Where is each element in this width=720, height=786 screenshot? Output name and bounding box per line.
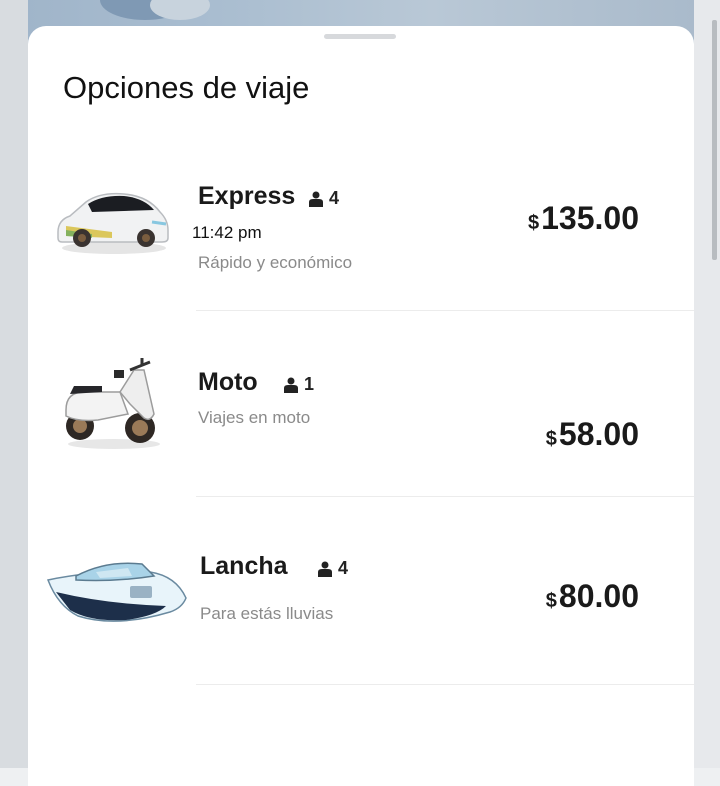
person-icon	[284, 377, 298, 393]
option-price: $135.00	[528, 200, 639, 237]
trip-option-express[interactable]: Express 4 11:42 pm Rápido y económico $1…	[28, 156, 694, 342]
screen-edge-left	[0, 0, 28, 768]
option-description: Para estás lluvias	[200, 604, 334, 623]
price-value: 58.00	[558, 416, 639, 452]
option-description: Viajes en moto	[198, 408, 311, 427]
passenger-count: 1	[284, 374, 314, 395]
option-name: Express	[198, 182, 296, 210]
scrollbar[interactable]	[712, 20, 717, 260]
person-icon	[318, 561, 332, 577]
passenger-count: 4	[309, 188, 339, 209]
passenger-count: 4	[318, 558, 348, 579]
drag-handle[interactable]	[324, 34, 396, 39]
eta-time: 11:42 pm	[192, 223, 262, 242]
divider	[196, 684, 694, 685]
divider	[196, 310, 694, 311]
trip-option-moto[interactable]: Moto 1 Viajes en moto $58.00	[28, 342, 694, 528]
option-price: $58.00	[546, 416, 639, 453]
option-description: Rápido y económico	[198, 253, 353, 272]
passenger-count-value: 1	[304, 374, 315, 394]
currency-symbol: $	[545, 590, 557, 612]
boat-icon	[46, 562, 187, 622]
currency-symbol: $	[545, 428, 557, 450]
motorcycle-icon	[65, 358, 160, 449]
person-icon	[309, 191, 323, 207]
price-value: 80.00	[558, 578, 639, 614]
currency-symbol: $	[528, 212, 540, 234]
option-name: Lancha	[200, 552, 288, 580]
car-icon	[57, 192, 169, 254]
divider	[196, 496, 694, 497]
passenger-count-value: 4	[329, 188, 340, 208]
option-price: $80.00	[546, 578, 639, 615]
option-name: Moto	[198, 368, 258, 396]
price-value: 135.00	[541, 200, 639, 236]
trip-options-sheet: Opciones de viaje Express 4 11:42 pm Ráp…	[28, 26, 694, 786]
passenger-count-value: 4	[338, 558, 349, 578]
sheet-title: Opciones de viaje	[63, 70, 310, 105]
